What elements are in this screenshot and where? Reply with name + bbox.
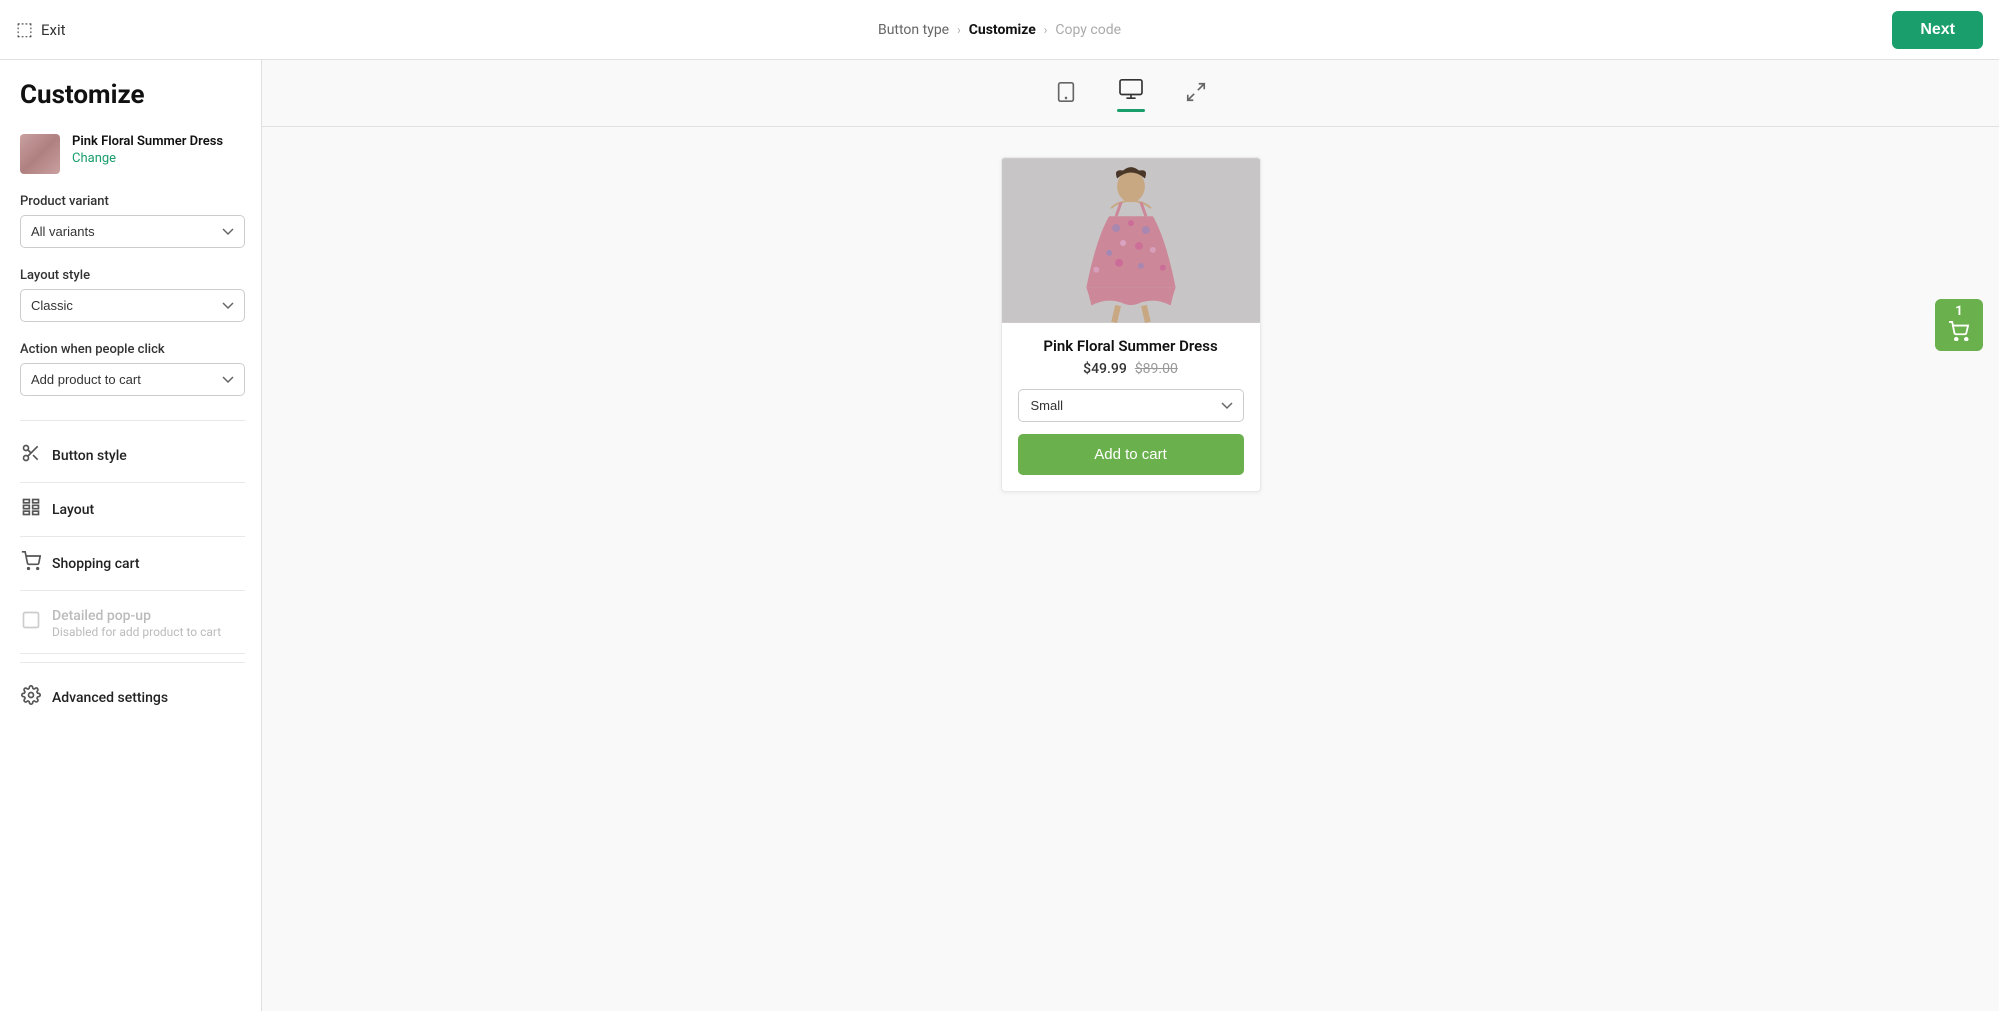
sidebar-title: Customize — [20, 80, 245, 110]
shopping-cart-label: Shopping cart — [52, 556, 140, 572]
variant-select[interactable]: All variants Small Medium Large — [20, 215, 245, 248]
popup-icon — [20, 610, 42, 635]
sidebar-divider-1 — [20, 420, 245, 421]
exit-button[interactable]: ⬚ Exit — [16, 19, 66, 40]
action-label: Action when people click — [20, 342, 245, 357]
product-name: Pink Floral Summer Dress — [72, 134, 223, 149]
layout-menu-label: Layout — [52, 502, 94, 518]
advanced-settings-label: Advanced settings — [52, 690, 168, 706]
sidebar-item-shopping-cart[interactable]: Shopping cart — [20, 537, 245, 591]
product-card-title: Pink Floral Summer Dress — [1043, 337, 1217, 355]
fullscreen-icon — [1185, 81, 1207, 109]
tablet-icon — [1055, 81, 1077, 109]
breadcrumb: Button type › Customize › Copy code — [878, 22, 1121, 38]
product-variant-select[interactable]: Small Medium Large — [1018, 389, 1244, 422]
sidebar-item-layout[interactable]: Layout — [20, 483, 245, 537]
desktop-view-button[interactable] — [1109, 74, 1153, 116]
detailed-popup-info: Detailed pop-up Disabled for add product… — [52, 605, 221, 639]
product-card-prices: $49.99 $89.00 — [1083, 361, 1178, 377]
gear-icon — [20, 685, 42, 710]
add-to-cart-button[interactable]: Add to cart — [1018, 434, 1244, 475]
price-original: $89.00 — [1135, 361, 1178, 377]
top-bar: ⬚ Exit Button type › Customize › Copy co… — [0, 0, 1999, 60]
device-toolbar — [262, 60, 1999, 116]
exit-icon: ⬚ — [16, 19, 33, 40]
fullscreen-view-button[interactable] — [1177, 77, 1215, 113]
product-thumb-image — [20, 134, 60, 174]
desktop-underline — [1117, 109, 1145, 112]
layout-select[interactable]: Classic Modern Minimal — [20, 289, 245, 322]
sidebar-item-advanced-settings[interactable]: Advanced settings — [20, 671, 245, 724]
floating-cart-button[interactable]: 1 — [1935, 299, 1983, 351]
floating-cart-icon — [1948, 321, 1970, 346]
main-layout: Customize Pink Floral Summer Dress Chang… — [0, 60, 1999, 1011]
detailed-popup-label: Detailed pop-up — [52, 608, 151, 624]
breadcrumb-customize: Customize — [969, 22, 1036, 38]
sidebar-item-detailed-popup: Detailed pop-up Disabled for add product… — [20, 591, 245, 654]
action-select[interactable]: Add product to cart Buy now View product — [20, 363, 245, 396]
sidebar: Customize Pink Floral Summer Dress Chang… — [0, 60, 262, 1011]
dress-illustration — [1002, 158, 1260, 323]
exit-label: Exit — [41, 21, 66, 39]
tablet-view-button[interactable] — [1047, 77, 1085, 113]
product-preview-card: Pink Floral Summer Dress $49.99 $89.00 S… — [1001, 157, 1261, 492]
product-info: Pink Floral Summer Dress Change — [72, 134, 223, 166]
breadcrumb-button-type: Button type — [878, 22, 949, 38]
variant-field-group: Product variant All variants Small Mediu… — [20, 194, 245, 264]
action-field-group: Action when people click Add product to … — [20, 342, 245, 412]
breadcrumb-copy-code: Copy code — [1055, 22, 1121, 38]
content-area: Pink Floral Summer Dress $49.99 $89.00 S… — [262, 60, 1999, 1011]
layout-label: Layout style — [20, 268, 245, 283]
cart-icon — [20, 551, 42, 576]
layout-icon — [20, 497, 42, 522]
button-style-label: Button style — [52, 448, 127, 464]
desktop-icon — [1118, 78, 1144, 106]
breadcrumb-sep-2: › — [1044, 23, 1048, 37]
preview-area: Pink Floral Summer Dress $49.99 $89.00 S… — [262, 127, 1999, 522]
product-change-link[interactable]: Change — [72, 151, 223, 166]
product-preview-image — [1002, 158, 1260, 323]
price-current: $49.99 — [1083, 361, 1127, 377]
scissors-icon — [20, 443, 42, 468]
sidebar-item-button-style[interactable]: Button style — [20, 429, 245, 483]
cart-count: 1 — [1955, 304, 1962, 319]
detailed-popup-sublabel: Disabled for add product to cart — [52, 625, 221, 639]
layout-field-group: Layout style Classic Modern Minimal — [20, 268, 245, 338]
product-section: Pink Floral Summer Dress Change — [20, 134, 245, 174]
variant-label: Product variant — [20, 194, 245, 209]
sidebar-divider-2 — [20, 662, 245, 663]
next-button[interactable]: Next — [1892, 11, 1983, 49]
product-card-body: Pink Floral Summer Dress $49.99 $89.00 S… — [1002, 323, 1260, 491]
breadcrumb-sep-1: › — [957, 23, 961, 37]
product-thumbnail — [20, 134, 60, 174]
